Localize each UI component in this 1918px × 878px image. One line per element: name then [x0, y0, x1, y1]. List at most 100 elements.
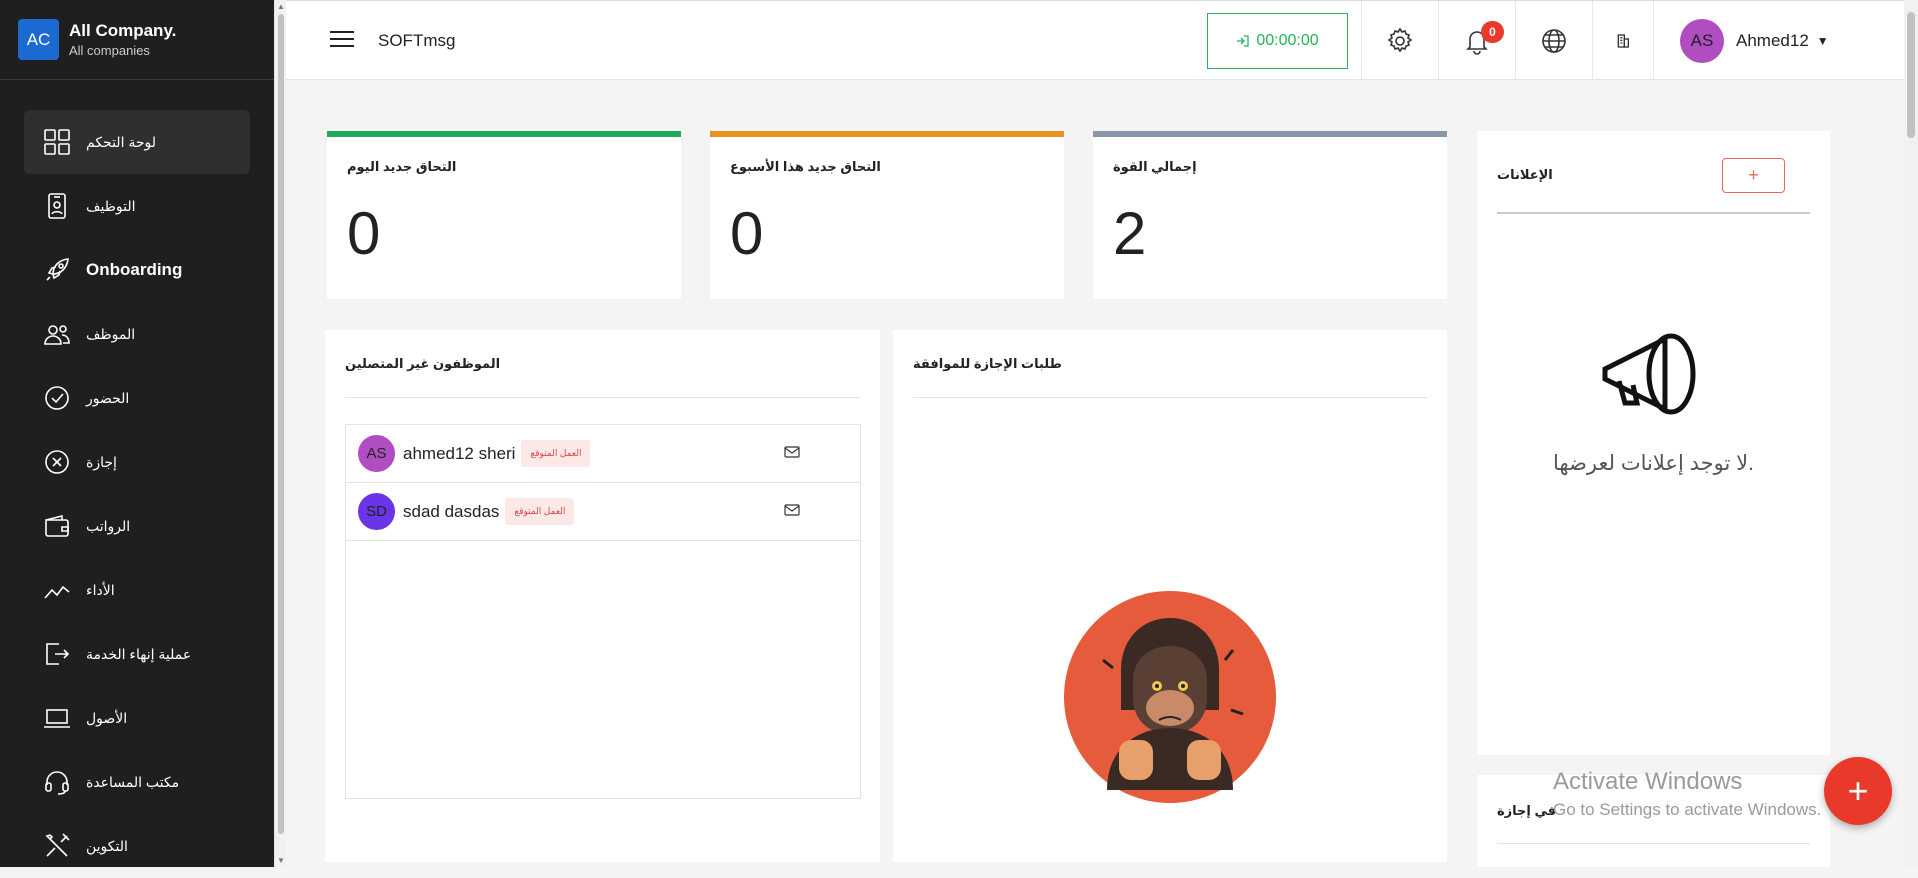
notification-count-badge: 0 — [1481, 21, 1504, 43]
sidebar-item-leave[interactable]: إجازة — [24, 430, 250, 494]
megaphone-icon — [1602, 333, 1696, 415]
settings-button[interactable] — [1361, 1, 1438, 81]
sidebar-item-offboarding[interactable]: عملية إنهاء الخدمة — [24, 622, 250, 686]
stat-label: التحاق جديد اليوم — [347, 159, 457, 174]
announcements-panel: الإعلانات + لا توجد إعلانات لعرضها. — [1477, 131, 1830, 755]
floating-add-button[interactable]: + — [1824, 757, 1892, 825]
top-bar: SOFTmsg 00:00:00 0 AS Ahmed12 ▼ — [286, 0, 1904, 81]
sidebar-item-label: الحضور — [86, 389, 130, 406]
status-badge: العمل المتوقع — [505, 498, 575, 525]
sidebar-item-label: التكوين — [86, 837, 128, 854]
watermark-line2: Go to Settings to activate Windows. — [1553, 800, 1822, 819]
empty-state-text: لا توجد إعلانات لعرضها. — [1553, 452, 1754, 475]
sidebar-item-label: إجازة — [86, 453, 117, 470]
employee-name: ahmed12 sheri — [403, 443, 516, 463]
company-building-button[interactable] — [1592, 1, 1653, 81]
stat-card-new-week: التحاق جديد هذا الأسبوع 0 — [710, 131, 1064, 299]
chevron-down-icon: ▼ — [1816, 34, 1829, 48]
stat-accent-bar — [327, 131, 681, 137]
hamburger-menu-icon[interactable] — [330, 31, 354, 51]
user-name: Ahmed12 — [1736, 31, 1809, 50]
sidebar-item-label: الأداء — [86, 581, 115, 598]
windows-activation-watermark: Activate Windows Go to Settings to activ… — [1553, 768, 1821, 820]
offline-employees-panel: الموظفون غير المتصلين AS ahmed12 sheri ا… — [325, 330, 880, 862]
empty-state-illustration — [1064, 591, 1276, 803]
sidebar-item-label: مكتب المساعدة — [86, 773, 180, 790]
stat-label: التحاق جديد هذا الأسبوع — [730, 159, 881, 174]
sidebar-item-label: التوظيف — [86, 197, 136, 214]
stat-value: 2 — [1113, 200, 1147, 267]
notifications-button[interactable]: 0 — [1438, 1, 1515, 81]
users-icon — [42, 319, 72, 349]
sidebar-item-dashboard[interactable]: لوحة التحكم — [24, 110, 250, 174]
scroll-down-arrow[interactable]: ▼ — [277, 856, 285, 865]
company-switcher[interactable]: AC All Company. All companies — [0, 0, 274, 80]
sidebar-item-label: الأصول — [86, 709, 128, 726]
clock-in-timer-button[interactable]: 00:00:00 — [1207, 13, 1348, 69]
tools-icon — [42, 831, 72, 861]
sidebar: AC All Company. All companies لوحة التحك… — [0, 0, 274, 867]
list-item[interactable]: SD sdad dasdas العمل المتوقع — [346, 483, 860, 541]
mail-icon[interactable] — [784, 445, 800, 459]
page-scroll-thumb[interactable] — [1907, 12, 1915, 138]
company-subtitle: All companies — [69, 43, 150, 58]
status-badge: العمل المتوقع — [521, 440, 591, 467]
leave-requests-panel: طلبات الإجازة للموافقة — [893, 330, 1447, 862]
offline-employees-list: AS ahmed12 sheri العمل المتوقع SD sdad d… — [345, 424, 861, 799]
dashboard-icon — [42, 127, 72, 157]
login-icon — [1237, 35, 1250, 47]
stat-accent-bar — [710, 131, 1064, 137]
stat-card-new-today: التحاق جديد اليوم 0 — [327, 131, 681, 299]
page-scrollbar[interactable] — [1904, 0, 1918, 867]
badge-icon — [42, 191, 72, 221]
headset-icon — [42, 767, 72, 797]
sidebar-scroll-thumb[interactable] — [278, 14, 284, 834]
building-icon — [1617, 34, 1629, 48]
laptop-icon — [42, 703, 72, 733]
sidebar-item-label: الموظف — [86, 325, 136, 342]
sidebar-item-performance[interactable]: الأداء — [24, 558, 250, 622]
list-item[interactable]: AS ahmed12 sheri العمل المتوقع — [346, 425, 860, 483]
panel-title: الإعلانات — [1497, 167, 1553, 182]
wallet-icon — [42, 511, 72, 541]
sidebar-item-recruitment[interactable]: التوظيف — [24, 174, 250, 238]
watermark-line1: Activate Windows — [1553, 768, 1743, 795]
company-logo: AC — [18, 19, 59, 60]
sidebar-item-label: Onboarding — [86, 260, 183, 279]
sidebar-item-label: الرواتب — [86, 517, 131, 534]
add-announcement-button[interactable]: + — [1722, 158, 1785, 193]
avatar: SD — [358, 493, 395, 530]
sidebar-item-label: لوحة التحكم — [86, 133, 157, 150]
employee-name: sdad dasdas — [403, 501, 500, 521]
avatar: AS — [1680, 19, 1724, 63]
panel-title: الموظفون غير المتصلين — [345, 356, 501, 371]
stat-accent-bar — [1093, 131, 1447, 137]
avatar: AS — [358, 435, 395, 472]
check-circle-icon — [42, 383, 72, 413]
sidebar-nav: لوحة التحكم التوظيف Onboarding الموظف ال… — [24, 110, 250, 878]
sidebar-item-employee[interactable]: الموظف — [24, 302, 250, 366]
rocket-icon — [42, 255, 72, 285]
sidebar-item-helpdesk[interactable]: مكتب المساعدة — [24, 750, 250, 814]
chart-line-icon — [42, 575, 72, 605]
sidebar-scrollbar[interactable]: ▲ ▼ — [274, 0, 286, 867]
mail-icon[interactable] — [784, 503, 800, 517]
globe-icon — [1542, 29, 1566, 53]
sidebar-item-label: عملية إنهاء الخدمة — [86, 645, 192, 662]
sidebar-item-configuration[interactable]: التكوين — [24, 814, 250, 878]
app-title: SOFTmsg — [378, 31, 456, 50]
stat-card-total-strength: إجمالي القوة 2 — [1093, 131, 1447, 299]
user-menu[interactable]: AS Ahmed12 ▼ — [1653, 1, 1853, 81]
stat-label: إجمالي القوة — [1113, 159, 1197, 174]
sidebar-item-onboarding[interactable]: Onboarding — [24, 238, 250, 302]
gear-icon — [1387, 27, 1413, 53]
language-button[interactable] — [1515, 1, 1592, 81]
exit-icon — [42, 639, 72, 669]
sidebar-item-assets[interactable]: الأصول — [24, 686, 250, 750]
sidebar-item-attendance[interactable]: الحضور — [24, 366, 250, 430]
scroll-up-arrow[interactable]: ▲ — [277, 2, 285, 11]
sidebar-item-payroll[interactable]: الرواتب — [24, 494, 250, 558]
stat-value: 0 — [730, 200, 764, 267]
company-name: All Company. — [69, 21, 177, 40]
panel-title: طلبات الإجازة للموافقة — [913, 356, 1062, 371]
